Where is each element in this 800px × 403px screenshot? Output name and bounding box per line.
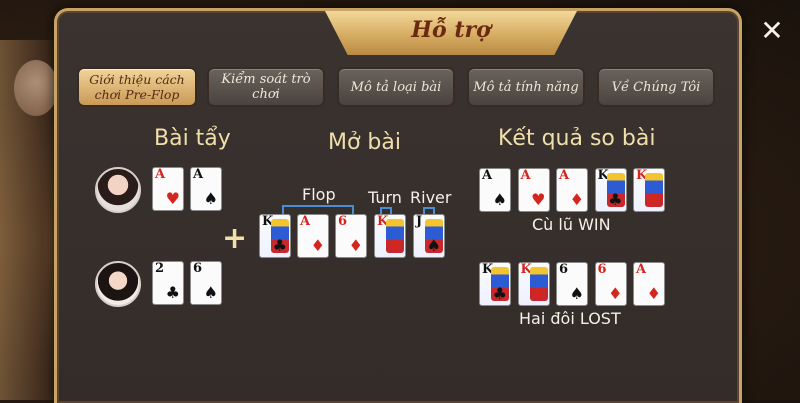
card-suit: ♥ bbox=[531, 190, 546, 209]
card-suit: ♦ bbox=[608, 284, 623, 303]
card-suit: ♦ bbox=[569, 190, 584, 209]
card-rank: 6 bbox=[193, 261, 203, 276]
card-suit: ♠ bbox=[569, 284, 584, 303]
tab-card-types[interactable]: Mô tả loại bài bbox=[337, 67, 455, 107]
playing-card: K ♣ bbox=[479, 262, 511, 306]
playing-card: 6 ♠ bbox=[190, 261, 222, 305]
tab-label: Mô tả tính năng bbox=[473, 79, 579, 95]
playing-card: J ♠ bbox=[413, 214, 445, 258]
card-rank: A bbox=[636, 262, 647, 277]
playing-card: K ♣ bbox=[594, 168, 627, 212]
card-rank: 6 bbox=[559, 262, 569, 277]
tab-label: Mô tả loại bài bbox=[350, 79, 442, 95]
lost-result-text: Hai đôi LOST bbox=[519, 309, 621, 328]
tab-game-control[interactable]: Kiểm soát trò chơi bbox=[207, 67, 325, 107]
result-heading: Kết quả so bài bbox=[498, 126, 656, 151]
playing-card: 2 ♣ bbox=[152, 261, 184, 305]
tab-label: Giới thiệu cách chơi Pre-Flop bbox=[89, 72, 185, 102]
playing-card: 6 ♦ bbox=[594, 262, 627, 306]
playing-card: 6 ♦ bbox=[335, 214, 367, 258]
card-rank: 2 bbox=[155, 261, 165, 276]
playing-card: K ♦ bbox=[374, 214, 406, 258]
card-suit: ♠ bbox=[203, 189, 218, 208]
playing-card: A ♥ bbox=[517, 168, 550, 212]
win-result-text: Cù lũ WIN bbox=[532, 215, 611, 234]
playing-card: 6 ♠ bbox=[556, 262, 588, 306]
card-suit: ♦ bbox=[646, 190, 661, 209]
hole-cards-heading: Bài tẩy bbox=[154, 126, 231, 151]
card-rank: J bbox=[416, 214, 423, 229]
card-suit: ♦ bbox=[387, 236, 402, 255]
card-suit: ♠ bbox=[203, 283, 218, 302]
card-suit: ♣ bbox=[165, 283, 180, 302]
playing-card: K ♣ bbox=[259, 214, 291, 258]
card-suit: ♦ bbox=[310, 236, 325, 255]
dialog-title: Hỗ trợ bbox=[411, 17, 491, 43]
playing-card: K ♦ bbox=[517, 262, 550, 306]
card-rank: A bbox=[482, 168, 493, 183]
player-2-avatar bbox=[95, 261, 141, 307]
playing-card: A ♦ bbox=[297, 214, 329, 258]
playing-card: K ♦ bbox=[633, 168, 665, 212]
card-suit: ♣ bbox=[608, 190, 623, 209]
card-suit: ♠ bbox=[426, 236, 441, 255]
card-suit: ♣ bbox=[272, 236, 287, 255]
card-rank: 6 bbox=[597, 262, 607, 277]
tab-label: Về Chúng Tôi bbox=[611, 79, 701, 95]
tab-label: Kiểm soát trò chơi bbox=[221, 72, 311, 102]
playing-card: A ♥ bbox=[152, 167, 184, 211]
card-rank: A bbox=[559, 168, 570, 183]
river-label: River bbox=[410, 188, 452, 207]
card-suit: ♦ bbox=[646, 284, 661, 303]
card-rank: A bbox=[193, 167, 204, 182]
turn-label: Turn bbox=[368, 188, 402, 207]
playing-card: A ♦ bbox=[633, 262, 665, 306]
card-suit: ♣ bbox=[492, 284, 507, 303]
flop-label: Flop bbox=[302, 185, 336, 204]
card-rank: A bbox=[520, 168, 531, 183]
tab-pre-flop[interactable]: Giới thiệu cách chơi Pre-Flop bbox=[77, 67, 197, 107]
playing-card: A ♦ bbox=[556, 168, 588, 212]
card-rank: 6 bbox=[338, 214, 348, 229]
playing-card: A ♠ bbox=[479, 168, 511, 212]
card-suit: ♠ bbox=[492, 190, 507, 209]
plus-icon: + bbox=[222, 221, 248, 256]
tab-about-us[interactable]: Về Chúng Tôi bbox=[597, 67, 715, 107]
card-suit: ♦ bbox=[348, 236, 363, 255]
card-suit: ♥ bbox=[165, 189, 180, 208]
close-icon[interactable]: ✕ bbox=[757, 16, 787, 46]
player-1-avatar bbox=[95, 167, 141, 213]
board-heading: Mở bài bbox=[328, 130, 401, 155]
character-head bbox=[14, 60, 58, 116]
card-suit: ♦ bbox=[531, 284, 546, 303]
card-rank: A bbox=[155, 167, 166, 182]
tab-features[interactable]: Mô tả tính năng bbox=[467, 67, 585, 107]
playing-card: A ♠ bbox=[190, 167, 222, 211]
card-rank: A bbox=[300, 214, 311, 229]
